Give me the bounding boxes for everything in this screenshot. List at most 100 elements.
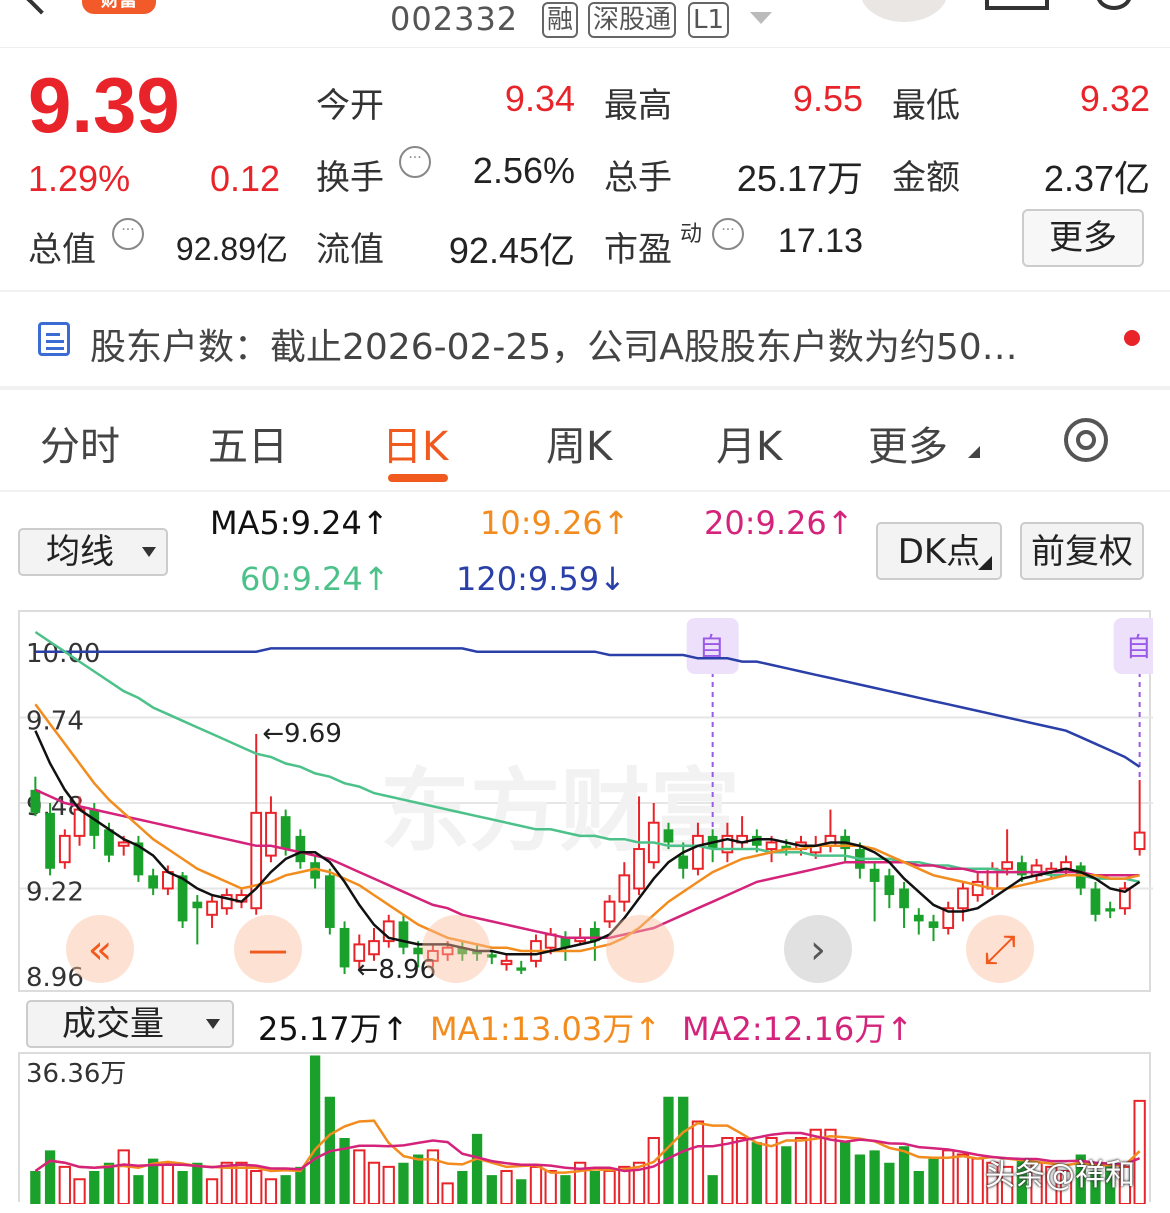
tag-level: L1 (688, 2, 730, 38)
kline-chart[interactable]: 10.00 9.74 9.48 9.22 8.96 东方财富自自 ←9.69 ←8.96 «— ›… (18, 610, 1166, 993)
volume-bar (971, 1157, 984, 1205)
info-icon[interactable]: ··· (112, 218, 144, 250)
nav-button[interactable] (606, 915, 674, 983)
tab-monthly-k[interactable]: 月K (716, 414, 782, 472)
chevron-down-icon (142, 547, 156, 557)
volume-bar (721, 1136, 734, 1205)
tab-weekly-k[interactable]: 周K (546, 414, 612, 472)
candle-body (633, 848, 645, 890)
candle-body (869, 868, 880, 882)
candle-body (884, 875, 895, 896)
tab-daily-k[interactable]: 日K (382, 414, 448, 472)
candle-body (339, 927, 350, 968)
volume-bar (500, 1169, 513, 1205)
volume-bar (103, 1162, 115, 1204)
avatar[interactable] (860, 0, 948, 22)
back-icon[interactable] (25, 0, 57, 15)
volume-select[interactable]: 成交量 (26, 1000, 234, 1048)
volume-bar (177, 1170, 188, 1204)
low-label: 最低 (892, 86, 960, 126)
volume-bar (44, 1150, 56, 1204)
volume-label: 总手 (604, 158, 672, 198)
tab-underline (388, 474, 448, 482)
candle-body (663, 829, 674, 843)
volume-bar (913, 1170, 924, 1204)
low-value: 9.32 (1079, 78, 1150, 119)
zoom-out-button[interactable]: — (234, 915, 302, 983)
volume-bar (205, 1178, 219, 1206)
candle-body (117, 841, 130, 847)
candle-body (500, 959, 513, 966)
candle-body (516, 967, 527, 971)
volume-bar (413, 1154, 424, 1204)
candle-body (295, 835, 306, 863)
adjust-button[interactable]: 前复权 (1020, 522, 1144, 580)
next-button[interactable]: › (784, 915, 852, 983)
candle-body (280, 816, 291, 850)
candle-body (1105, 908, 1116, 912)
divider (0, 386, 1170, 390)
news-ticker[interactable]: 股东户数：截止2026-02-25，公司A股股东户数为约50… (90, 318, 1018, 370)
pe-sup: 动 (680, 222, 703, 247)
volume-bar (618, 1165, 631, 1205)
more-button[interactable]: 更多 (1022, 209, 1144, 267)
zoom-out-icon: — (248, 927, 288, 973)
ma5-value: MA5:9.24↑ (210, 504, 389, 542)
rewind-button[interactable]: « (66, 915, 134, 983)
candle-body (678, 855, 689, 869)
volume-bar (869, 1150, 880, 1204)
volume-bar (192, 1162, 203, 1204)
turnover-label: 换手 (316, 158, 384, 198)
volume-bar (486, 1175, 497, 1204)
y-tick-label: 9.22 (26, 878, 84, 908)
volume-bar (89, 1170, 100, 1204)
volume-bar (647, 1136, 660, 1205)
candle-body (73, 808, 86, 837)
volume-bar (751, 1142, 762, 1204)
volume-bar (560, 1175, 571, 1204)
search-icon[interactable] (1096, 0, 1132, 10)
indicator-select-label: 均线 (46, 532, 114, 572)
volume-value: 25.17万 (736, 158, 863, 199)
indicator-select[interactable]: 均线 (18, 528, 168, 576)
change-percent: 1.29% (28, 158, 131, 199)
volume-bar (367, 1161, 381, 1205)
volume-bar (809, 1128, 822, 1205)
nav-button[interactable] (422, 915, 490, 983)
info-icon[interactable]: ··· (712, 218, 744, 250)
volume-bar (854, 1154, 866, 1204)
y-tick-label: 10.00 (26, 639, 100, 669)
candle-body (265, 811, 277, 857)
marker-label: 自 (1126, 633, 1152, 663)
nav-circle (422, 915, 490, 983)
watermark-logo: 东方财富 (380, 759, 740, 864)
window-icon[interactable] (985, 0, 1049, 10)
volume-bar (441, 1182, 454, 1206)
tab-five-day[interactable]: 五日 (208, 414, 288, 472)
volume-bar (928, 1158, 939, 1204)
ma60-value: 60:9.24↑ (240, 560, 390, 598)
volume-current: 25.17万↑ (258, 1010, 409, 1048)
ma20-value: 20:9.26↑ (704, 504, 854, 542)
candle-body (765, 841, 778, 851)
tab-intraday[interactable]: 分时 (40, 414, 120, 472)
candle-body (206, 900, 218, 916)
volume-bar (161, 1161, 175, 1205)
expand-button[interactable]: ⤢ (966, 915, 1034, 983)
top-bar: 财富 002332 融 深股通 L1 (0, 0, 1170, 48)
volume-chart[interactable]: 36.36万 (18, 1052, 1151, 1206)
candle-body (45, 812, 55, 869)
volume-bar (309, 1055, 321, 1204)
volume-bar (735, 1136, 749, 1205)
volume-bar (457, 1170, 468, 1204)
dk-point-button[interactable]: DK点 (876, 522, 1002, 580)
volume-bar (781, 1146, 792, 1204)
gear-icon[interactable] (1064, 418, 1108, 462)
mktcap-value: 92.89亿 (175, 231, 288, 267)
candle-body (1133, 831, 1146, 851)
expand-icon: ⤢ (984, 927, 1016, 973)
divider (0, 290, 1170, 292)
chevron-down-icon[interactable] (750, 12, 772, 24)
info-icon[interactable]: ··· (399, 146, 431, 178)
tab-more[interactable]: 更多 (868, 414, 948, 472)
